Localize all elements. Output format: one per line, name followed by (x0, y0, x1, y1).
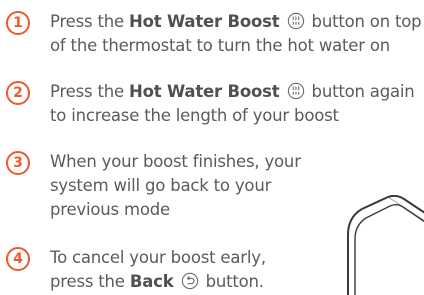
step-2-text: Press the Hot Water Boost button again t… (50, 80, 415, 128)
step-3: 3 When your boost finishes, your system … (6, 150, 301, 222)
hot-water-boost-label: Hot Water Boost (129, 12, 280, 31)
step-3-text: When your boost finishes, your system wi… (50, 150, 301, 222)
hot-water-boost-label: Hot Water Boost (129, 82, 280, 101)
step-number-badge: 4 (6, 247, 30, 271)
step-text-pre: press the (50, 272, 130, 291)
step-text-line3: previous mode (50, 200, 170, 219)
step-1: 1 Press the Hot Water Boost button on to… (6, 10, 422, 58)
hot-water-boost-icon (287, 82, 304, 100)
step-number-badge: 3 (6, 151, 30, 175)
step-2: 2 Press the Hot Water Boost button again… (6, 80, 415, 128)
step-text-post: button on top (306, 12, 422, 31)
step-text-line1: To cancel your boost early, (50, 248, 266, 267)
step-text-post: button again (306, 82, 415, 101)
step-number-badge: 1 (6, 11, 30, 35)
step-text-line2: system will go back to your (50, 176, 272, 195)
step-number-badge: 2 (6, 81, 30, 105)
step-text-line2: to increase the length of your boost (50, 106, 339, 125)
step-text-line1: When your boost finishes, your (50, 152, 301, 171)
step-text-pre: Press the (50, 82, 129, 101)
step-1-text: Press the Hot Water Boost button on top … (50, 10, 422, 58)
step-text-post: button. (200, 272, 264, 291)
back-label: Back (129, 272, 174, 291)
step-4: 4 To cancel your boost early, press the … (6, 246, 266, 294)
thermostat-illustration (347, 195, 424, 295)
back-icon (181, 272, 198, 290)
step-text-pre: Press the (50, 12, 129, 31)
hot-water-boost-icon (287, 12, 304, 30)
step-4-text: To cancel your boost early, press the Ba… (50, 246, 266, 294)
step-text-line2: of the thermostat to turn the hot water … (50, 36, 391, 55)
